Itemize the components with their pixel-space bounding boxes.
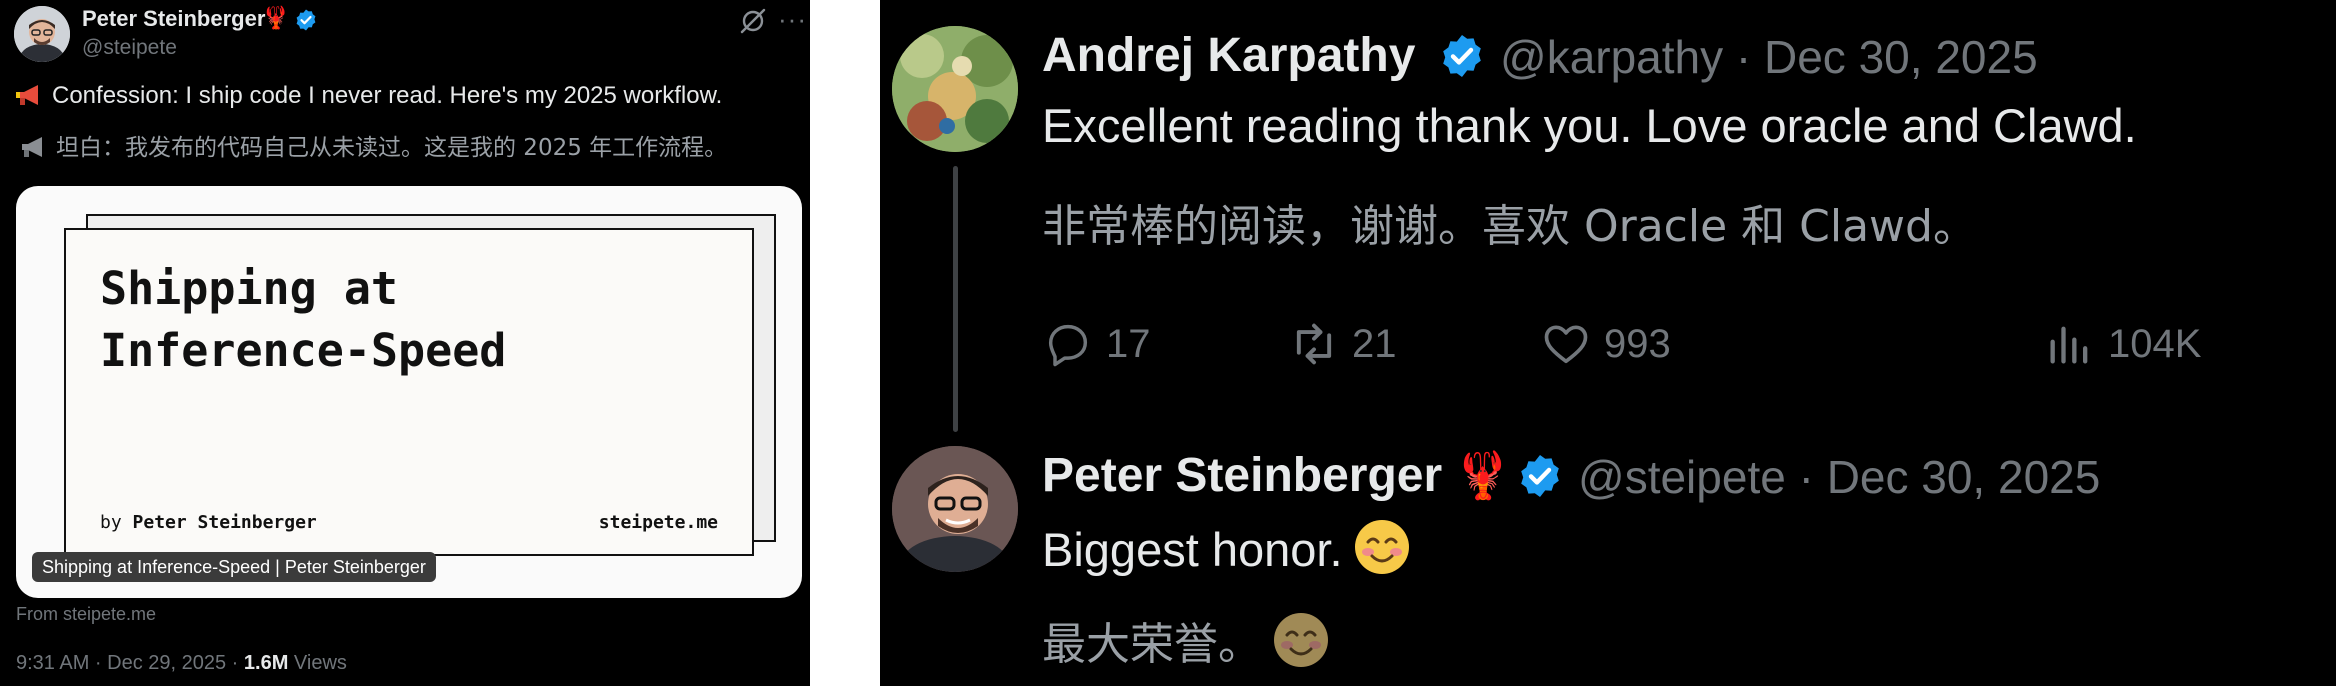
repost-button[interactable]: 21 — [1288, 316, 1397, 372]
lobster-emoji: 🦞 — [262, 6, 290, 31]
link-preview-card[interactable]: Shipping at Inference-Speed by Peter Ste… — [16, 186, 802, 598]
views-button[interactable]: 104K — [2044, 316, 2201, 372]
views-label: Views — [288, 652, 347, 674]
views-count: 1.6M — [243, 652, 289, 674]
author-avatar[interactable] — [14, 6, 70, 62]
reply-count: 17 — [1106, 321, 1151, 366]
verified-badge-icon — [296, 9, 316, 31]
views-count-reply1: 104K — [2108, 321, 2202, 366]
like-button[interactable]: 993 — [1540, 316, 1671, 372]
heart-icon — [1544, 325, 1588, 364]
reply1-text-en: Excellent reading thank you. Love oracle… — [1042, 99, 2137, 152]
karpathy-avatar[interactable] — [892, 26, 1018, 152]
thread-connector-line — [953, 166, 958, 432]
tweet-text-zh: 坦白：我发布的代码自己从未读过。这是我的 2025 年工作流程。 — [20, 128, 727, 162]
author-name[interactable]: Peter Steinberger — [82, 6, 265, 32]
reply-icon — [1048, 324, 1088, 367]
lobster-emoji: 🦞 — [1454, 448, 1512, 502]
card-by-prefix: by — [100, 512, 122, 533]
reply1-author-name[interactable]: Andrej Karpathy — [1042, 28, 1415, 83]
grok-icon[interactable] — [738, 6, 768, 36]
tweet-meta: 9:31 AM · Dec 29, 2025 · 1.6M Views — [16, 652, 347, 675]
tweet-timestamp[interactable]: 9:31 AM · Dec 29, 2025 · — [16, 652, 244, 674]
smiling-face-emoji-muted-icon — [1274, 613, 1328, 667]
repost-count: 21 — [1352, 321, 1397, 366]
like-count: 993 — [1604, 321, 1671, 366]
card-title: Shipping at Inference-Speed — [100, 262, 507, 377]
verified-badge-icon — [1521, 455, 1559, 497]
reply1-handle-date[interactable]: @karpathy · Dec 30, 2025 — [1500, 30, 2038, 84]
card-by-author: Peter Steinberger — [132, 512, 317, 533]
left-tweet-panel: Peter Steinberger 🦞 @steipete ··· Confes… — [0, 0, 810, 686]
tweet-text-en-content: Confession: I ship code I never read. He… — [52, 82, 723, 109]
megaphone-icon-muted — [22, 137, 42, 157]
card-caption: Shipping at Inference-Speed | Peter Stei… — [32, 552, 436, 582]
reply1-text-zh: 非常棒的阅读，谢谢。喜欢 Oracle 和 Clawd。 — [1042, 201, 1977, 252]
steinberger-avatar[interactable] — [892, 446, 1018, 572]
reply-button[interactable]: 17 — [1042, 316, 1151, 372]
card-site: steipete.me — [598, 512, 718, 533]
card-source-link[interactable]: From steipete.me — [16, 604, 156, 625]
right-thread-panel: Andrej Karpathy @karpathy · Dec 30, 2025… — [880, 0, 2336, 686]
analytics-icon — [2050, 326, 2088, 364]
reply2-handle-date[interactable]: @steipete · Dec 30, 2025 — [1578, 450, 2100, 504]
more-options-icon[interactable]: ··· — [778, 4, 807, 35]
author-handle[interactable]: @steipete — [82, 36, 177, 60]
reply2-author-name[interactable]: Peter Steinberger — [1042, 448, 1442, 503]
smiling-face-emoji-icon — [1354, 520, 1409, 574]
reply2-text-en-content: Biggest honor. — [1042, 523, 1343, 576]
tweet-text-en: Confession: I ship code I never read. He… — [16, 82, 722, 110]
tweet-text-zh-content: 坦白：我发布的代码自己从未读过。这是我的 2025 年工作流程。 — [56, 135, 728, 161]
reply2-text-en: Biggest honor. — [1042, 518, 1411, 577]
card-front-sheet: Shipping at Inference-Speed by Peter Ste… — [64, 228, 754, 556]
reply2-text-zh: 最大荣誉。 — [1042, 608, 1330, 672]
card-byline: by Peter Steinberger — [100, 512, 317, 533]
repost-icon — [1296, 323, 1332, 365]
reply2-text-zh-content: 最大荣誉。 — [1042, 619, 1262, 670]
reply1-action-bar: 17 21 993 104K — [1042, 316, 2336, 372]
megaphone-icon — [16, 85, 38, 105]
verified-badge-icon — [1443, 35, 1481, 77]
